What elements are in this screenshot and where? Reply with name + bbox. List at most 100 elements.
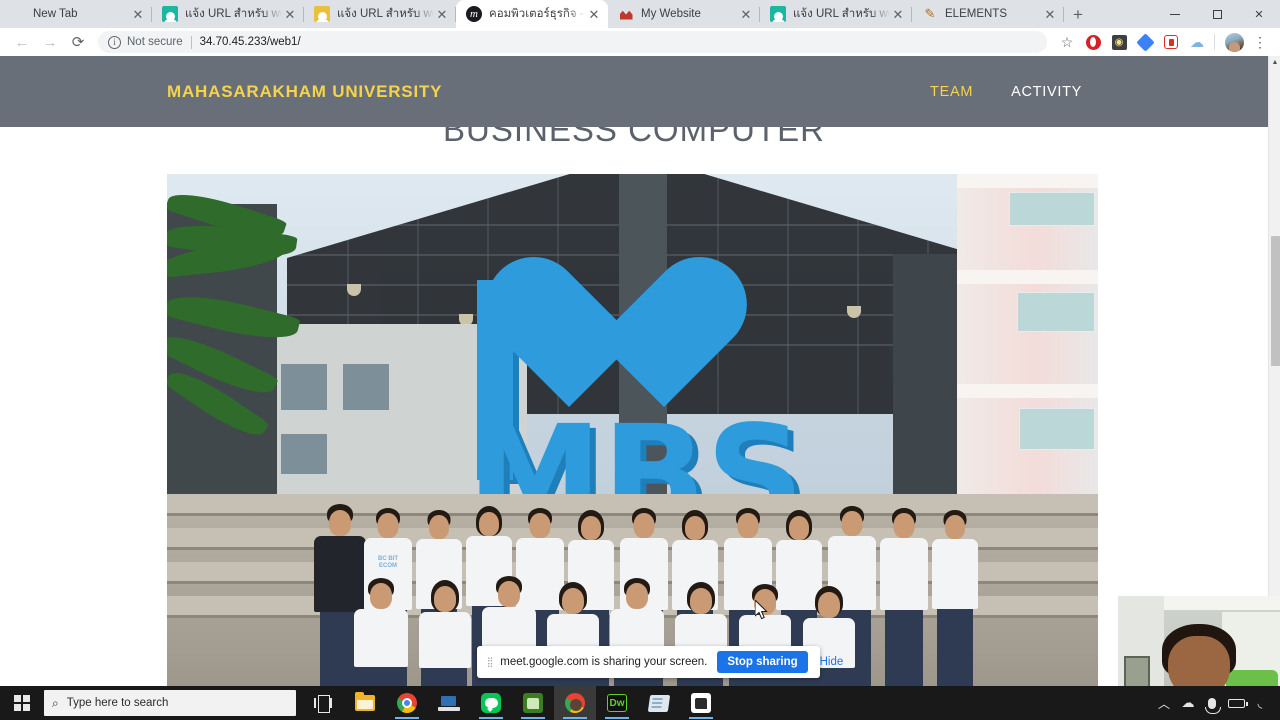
reload-button[interactable]: ⟳	[64, 29, 92, 55]
page-scrollbar[interactable]: ▲ ▼	[1268, 56, 1280, 686]
back-button[interactable]: ←	[8, 29, 36, 55]
red-box-extension-icon[interactable]	[1159, 30, 1183, 54]
palm-foliage	[167, 174, 311, 446]
tab-title: New Tab	[33, 8, 78, 20]
taskbar-app-camtasia-green[interactable]	[512, 686, 554, 720]
bookmark-star-icon[interactable]: ☆	[1055, 30, 1079, 54]
scrollbar-thumb[interactable]	[1271, 236, 1280, 366]
tshirt-text: BC BIT ECOM	[378, 556, 398, 569]
hide-sharing-bar-button[interactable]: Hide	[820, 656, 844, 668]
blue-diamond-extension-icon[interactable]	[1133, 30, 1157, 54]
person	[417, 580, 473, 686]
battery-icon[interactable]	[1224, 686, 1248, 720]
onedrive-cloud-icon[interactable]: ☁	[1176, 686, 1200, 720]
microphone-icon[interactable]	[1200, 686, 1224, 720]
taskbar-app-dreamweaver[interactable]: Dw	[596, 686, 638, 720]
person	[879, 508, 929, 686]
tab-close-icon[interactable]: ✕	[738, 6, 754, 22]
taskbar-app-remote-desktop[interactable]	[428, 686, 470, 720]
forward-button[interactable]: →	[36, 29, 64, 55]
screen-share-notification-bar: ⁞⁞ meet.google.com is sharing your scree…	[477, 646, 843, 678]
google-forms-icon	[770, 6, 786, 22]
security-status-label: Not secure	[127, 36, 183, 48]
toolbar-divider	[1214, 34, 1215, 50]
tab-close-icon[interactable]: ✕	[890, 6, 906, 22]
scroll-up-arrow-icon[interactable]: ▲	[1269, 56, 1280, 68]
web-page: BUSINESS COMPUTER MAHASARAKHAM UNIVERSIT…	[0, 56, 1268, 686]
moodle-icon: m	[466, 6, 482, 22]
windows-taskbar: ⌕ Type here to search Dw ︿ ☁ ◟	[0, 686, 1280, 720]
start-button[interactable]	[0, 686, 44, 720]
address-bar[interactable]: i Not secure 34.70.45.233/web1/	[98, 31, 1047, 53]
person	[931, 510, 979, 686]
task-view-icon	[314, 695, 332, 713]
taskbar-app-file-explorer[interactable]	[344, 686, 386, 720]
drag-handle-icon[interactable]: ⁞⁞	[487, 655, 493, 670]
person	[353, 578, 409, 686]
tab-close-icon[interactable]: ✕	[1042, 6, 1058, 22]
taskbar-app-chrome[interactable]	[386, 686, 428, 720]
dreamweaver-icon: Dw	[607, 694, 627, 712]
tab-title: คอมพิวเตอร์ธุรกิจ - BC59	[489, 8, 586, 20]
browser-tab[interactable]: แจ้ง URL สำหรับ website ✕	[304, 0, 456, 28]
chrome-browser-window: New Tab ✕ แจ้ง URL สำหรับ website ✕ แจ้ง…	[0, 0, 1280, 686]
profile-avatar[interactable]	[1222, 30, 1246, 54]
tab-close-icon[interactable]: ✕	[586, 6, 602, 22]
pen-icon: ✎	[924, 6, 936, 21]
minimize-button[interactable]	[1154, 0, 1196, 28]
taskbar-app-line[interactable]	[470, 686, 512, 720]
taskbar-search-input[interactable]: ⌕ Type here to search	[44, 690, 296, 716]
browser-tab[interactable]: แจ้ง URL สำหรับ website ✕	[152, 0, 304, 28]
window-controls: ✕	[1154, 0, 1280, 28]
hero-photo: MBS BC BIT ECOM	[167, 174, 1098, 686]
browser-tab[interactable]: ✎ ELEMENTS ✕	[912, 0, 1064, 28]
google-forms-icon	[162, 6, 178, 22]
tab-strip: New Tab ✕ แจ้ง URL สำหรับ website ✕ แจ้ง…	[0, 0, 1280, 28]
tab-close-icon[interactable]: ✕	[282, 6, 298, 22]
tab-close-icon[interactable]: ✕	[434, 6, 450, 22]
opera-extension-icon[interactable]	[1081, 30, 1105, 54]
mouse-cursor	[755, 600, 768, 620]
wifi-icon[interactable]: ◟	[1248, 686, 1272, 720]
browser-tab[interactable]: New Tab ✕	[0, 0, 152, 28]
close-window-button[interactable]: ✕	[1238, 0, 1280, 28]
show-hidden-icons-chevron[interactable]: ︿	[1152, 686, 1176, 720]
browser-tab[interactable]: แจ้ง URL สำหรับ website ✕	[760, 0, 912, 28]
search-placeholder: Type here to search	[66, 697, 169, 709]
site-brand[interactable]: MAHASARAKHAM UNIVERSITY	[167, 82, 442, 102]
tab-title: My Website	[641, 8, 701, 20]
site-nav: TEAM ACTIVITY	[930, 84, 1082, 100]
tab-title: ELEMENTS	[945, 8, 1007, 20]
tab-close-icon[interactable]: ✕	[130, 6, 146, 22]
magnifier-icon: ⌕	[52, 695, 59, 710]
browser-tab-active[interactable]: m คอมพิวเตอร์ธุรกิจ - BC59 ✕	[456, 0, 608, 28]
site-info-icon[interactable]: i	[108, 35, 121, 49]
task-view-button[interactable]	[302, 686, 344, 720]
taskbar-app-notepad[interactable]	[638, 686, 680, 720]
chrome-profile-icon	[565, 693, 585, 713]
notepad-icon	[647, 694, 671, 712]
page-viewport: BUSINESS COMPUTER MAHASARAKHAM UNIVERSIT…	[0, 56, 1280, 686]
system-tray: ︿ ☁ ◟	[1152, 686, 1280, 720]
nav-link-team[interactable]: TEAM	[930, 84, 973, 100]
chrome-menu-icon[interactable]: ⋮	[1248, 30, 1272, 54]
browser-tab[interactable]: My Website ✕	[608, 0, 760, 28]
tab-title: แจ้ง URL สำหรับ website	[185, 8, 282, 20]
taskbar-app-camtasia-white[interactable]	[680, 686, 722, 720]
taskbar-app-chrome-profile[interactable]	[554, 686, 596, 720]
tab-favicon-placeholder	[10, 6, 26, 22]
tab-title: แจ้ง URL สำหรับ website	[337, 8, 434, 20]
tab-title: แจ้ง URL สำหรับ website	[793, 8, 890, 20]
cloud-extension-icon[interactable]: ☁	[1185, 30, 1209, 54]
google-forms-icon-yellow	[314, 6, 330, 22]
stop-sharing-button[interactable]: Stop sharing	[717, 651, 808, 673]
share-message: meet.google.com is sharing your screen.	[500, 656, 708, 668]
maximize-button[interactable]	[1196, 0, 1238, 28]
nav-link-activity[interactable]: ACTIVITY	[1011, 84, 1082, 100]
dark-bulb-extension-icon[interactable]: ◉	[1107, 30, 1131, 54]
new-tab-button[interactable]: +	[1064, 0, 1092, 28]
site-header: MAHASARAKHAM UNIVERSITY TEAM ACTIVITY	[0, 56, 1268, 127]
url-text: 34.70.45.233/web1/	[199, 36, 301, 48]
remote-desktop-icon	[438, 695, 460, 711]
file-explorer-icon	[355, 692, 375, 711]
